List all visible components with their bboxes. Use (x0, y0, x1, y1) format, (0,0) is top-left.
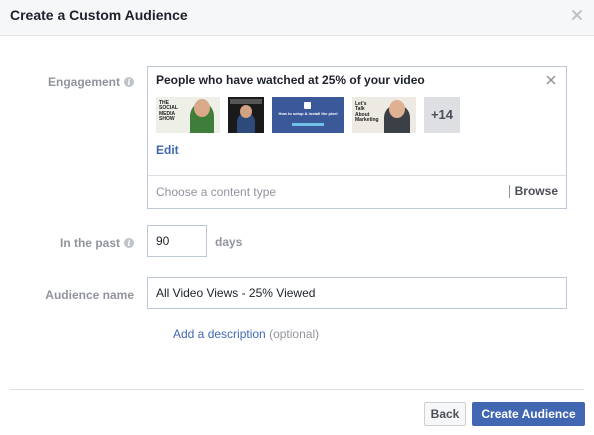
audience-name-label: Audience name (45, 288, 134, 302)
video-thumbnail-1[interactable]: THE SOCIAL MEDIA SHOW (156, 97, 220, 133)
info-icon[interactable]: i (124, 238, 134, 248)
description-row: Add a description (optional) (173, 327, 319, 341)
info-icon[interactable]: i (124, 77, 134, 87)
days-input[interactable]: 90 (147, 225, 207, 257)
thumbnail-3-text: How to setup & install the pixel (278, 111, 338, 116)
optional-label: (optional) (269, 327, 320, 341)
engagement-label: Engagement i (48, 75, 134, 89)
engagement-label-text: Engagement (47, 75, 120, 89)
selected-engagement-title: People who have watched at 25% of your v… (156, 73, 425, 87)
browse-button[interactable]: Browse (515, 184, 558, 198)
video-thumbnail-2[interactable] (228, 97, 264, 133)
past-label-text: In the past (59, 236, 120, 250)
create-audience-button[interactable]: Create Audience (472, 402, 585, 426)
more-videos-badge[interactable]: +14 (424, 97, 460, 133)
content-type-input[interactable]: Choose a content type (156, 185, 276, 199)
days-unit-label: days (215, 235, 243, 249)
dialog-header: Create a Custom Audience (0, 0, 594, 36)
content-type-row: Choose a content type Browse (148, 175, 566, 208)
edit-link[interactable]: Edit (156, 143, 179, 157)
footer-divider (10, 389, 584, 390)
video-thumbnail-3[interactable]: How to setup & install the pixel (272, 97, 344, 133)
audience-name-input[interactable]: All Video Views - 25% Viewed (147, 277, 567, 309)
audience-name-label-text: Audience name (45, 288, 134, 302)
video-thumbnail-4[interactable]: Let's Talk About Marketing (352, 97, 416, 133)
remove-icon[interactable] (546, 75, 556, 85)
back-button[interactable]: Back (424, 402, 466, 426)
past-label: In the past i (60, 236, 134, 250)
close-icon[interactable] (570, 8, 584, 22)
dialog-title: Create a Custom Audience (10, 7, 188, 23)
engagement-selector: People who have watched at 25% of your v… (147, 66, 567, 209)
thumbnail-4-text: Let's Talk About Marketing (355, 101, 379, 123)
browse-divider (509, 185, 510, 198)
thumbnail-1-text: THE SOCIAL MEDIA SHOW (159, 100, 178, 122)
add-description-link[interactable]: Add a description (173, 327, 266, 341)
